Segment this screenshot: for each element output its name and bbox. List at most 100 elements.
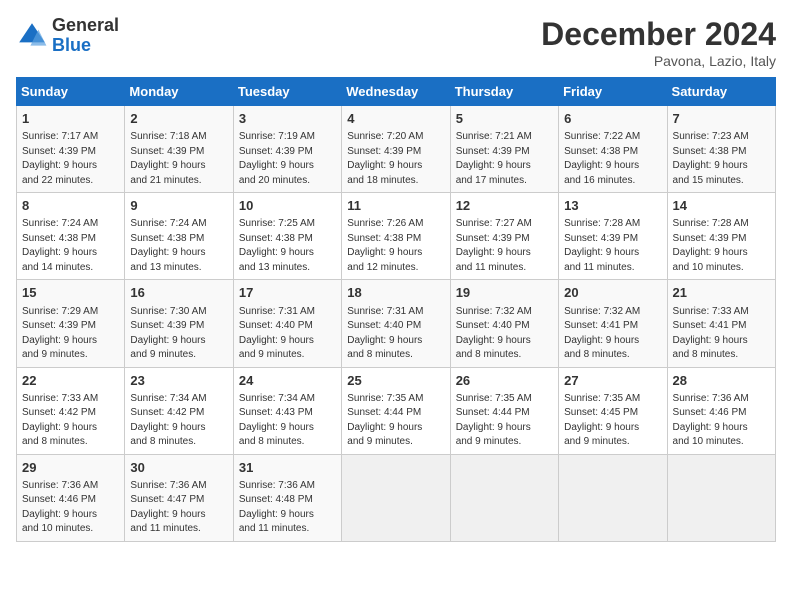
calendar-cell: 11Sunrise: 7:26 AM Sunset: 4:38 PM Dayli… bbox=[342, 193, 450, 280]
day-info: Sunrise: 7:19 AM Sunset: 4:39 PM Dayligh… bbox=[239, 130, 336, 188]
day-info: Sunrise: 7:30 AM Sunset: 4:39 PM Dayligh… bbox=[130, 305, 227, 363]
day-info: Sunrise: 7:29 AM Sunset: 4:39 PM Dayligh… bbox=[22, 305, 119, 363]
day-info: Sunrise: 7:33 AM Sunset: 4:42 PM Dayligh… bbox=[22, 392, 119, 450]
day-number: 25 bbox=[347, 372, 444, 390]
calendar-week-row: 8 Sunrise: 7:24 AM Sunset: 4:38 PM Daylig… bbox=[17, 193, 776, 280]
day-info: Sunrise: 7:36 AM Sunset: 4:48 PM Dayligh… bbox=[239, 479, 336, 537]
day-number: 21 bbox=[673, 284, 770, 302]
location-text: Pavona, Lazio, Italy bbox=[541, 53, 776, 69]
header-thursday: Thursday bbox=[450, 78, 558, 106]
day-info: Sunrise: 7:35 AM Sunset: 4:44 PM Dayligh… bbox=[456, 392, 553, 450]
day-number: 2 bbox=[130, 110, 227, 128]
calendar-cell: 10 Sunrise: 7:25 AM Sunset: 4:38 PM Dayli… bbox=[233, 193, 341, 280]
day-number: 17 bbox=[239, 284, 336, 302]
day-info: Sunrise: 7:34 AM Sunset: 4:43 PM Dayligh… bbox=[239, 392, 336, 450]
day-number: 14 bbox=[673, 197, 770, 215]
day-info: Sunrise: 7:35 AM Sunset: 4:45 PM Dayligh… bbox=[564, 392, 661, 450]
calendar-cell: 26 Sunrise: 7:35 AM Sunset: 4:44 PM Dayli… bbox=[450, 367, 558, 454]
day-number: 9 bbox=[130, 197, 227, 215]
calendar-cell: 13Sunrise: 7:28 AM Sunset: 4:39 PM Dayli… bbox=[559, 193, 667, 280]
day-number: 7 bbox=[673, 110, 770, 128]
day-info: Sunrise: 7:27 AM Sunset: 4:39 PM Dayligh… bbox=[456, 217, 553, 275]
day-number: 31 bbox=[239, 459, 336, 477]
calendar-week-row: 15 Sunrise: 7:29 AM Sunset: 4:39 PM Dayli… bbox=[17, 280, 776, 367]
day-number: 29 bbox=[22, 459, 119, 477]
day-number: 18 bbox=[347, 284, 444, 302]
calendar-cell: 7 Sunrise: 7:23 AM Sunset: 4:38 PM Daylig… bbox=[667, 106, 775, 193]
day-number: 26 bbox=[456, 372, 553, 390]
calendar-cell: 17 Sunrise: 7:31 AM Sunset: 4:40 PM Dayli… bbox=[233, 280, 341, 367]
calendar-cell bbox=[342, 454, 450, 541]
calendar-cell: 3 Sunrise: 7:19 AM Sunset: 4:39 PM Daylig… bbox=[233, 106, 341, 193]
day-number: 5 bbox=[456, 110, 553, 128]
calendar-week-row: 1 Sunrise: 7:17 AM Sunset: 4:39 PM Daylig… bbox=[17, 106, 776, 193]
month-title: December 2024 bbox=[541, 16, 776, 53]
logo-icon bbox=[16, 20, 48, 52]
calendar-cell: 23 Sunrise: 7:34 AM Sunset: 4:42 PM Dayli… bbox=[125, 367, 233, 454]
day-number: 4 bbox=[347, 110, 444, 128]
day-info: Sunrise: 7:24 AM Sunset: 4:38 PM Dayligh… bbox=[130, 217, 227, 275]
calendar-cell: 12Sunrise: 7:27 AM Sunset: 4:39 PM Dayli… bbox=[450, 193, 558, 280]
day-info: Sunrise: 7:21 AM Sunset: 4:39 PM Dayligh… bbox=[456, 130, 553, 188]
header-wednesday: Wednesday bbox=[342, 78, 450, 106]
calendar-cell: 24 Sunrise: 7:34 AM Sunset: 4:43 PM Dayli… bbox=[233, 367, 341, 454]
day-info: Sunrise: 7:28 AM Sunset: 4:39 PM Dayligh… bbox=[673, 217, 770, 275]
day-info: Sunrise: 7:33 AM Sunset: 4:41 PM Dayligh… bbox=[673, 305, 770, 363]
day-number: 23 bbox=[130, 372, 227, 390]
logo: General Blue bbox=[16, 16, 119, 56]
calendar-cell: 27 Sunrise: 7:35 AM Sunset: 4:45 PM Dayli… bbox=[559, 367, 667, 454]
header-monday: Monday bbox=[125, 78, 233, 106]
day-info: Sunrise: 7:35 AM Sunset: 4:44 PM Dayligh… bbox=[347, 392, 444, 450]
calendar-table: SundayMondayTuesdayWednesdayThursdayFrid… bbox=[16, 77, 776, 542]
day-info: Sunrise: 7:17 AM Sunset: 4:39 PM Dayligh… bbox=[22, 130, 119, 188]
logo-general-text: General bbox=[52, 15, 119, 35]
day-info: Sunrise: 7:32 AM Sunset: 4:40 PM Dayligh… bbox=[456, 305, 553, 363]
day-info: Sunrise: 7:31 AM Sunset: 4:40 PM Dayligh… bbox=[347, 305, 444, 363]
calendar-cell: 2Sunrise: 7:18 AM Sunset: 4:39 PM Daylig… bbox=[125, 106, 233, 193]
calendar-cell: 30 Sunrise: 7:36 AM Sunset: 4:47 PM Dayli… bbox=[125, 454, 233, 541]
calendar-week-row: 22Sunrise: 7:33 AM Sunset: 4:42 PM Dayli… bbox=[17, 367, 776, 454]
day-number: 1 bbox=[22, 110, 119, 128]
day-info: Sunrise: 7:25 AM Sunset: 4:38 PM Dayligh… bbox=[239, 217, 336, 275]
calendar-cell: 4 Sunrise: 7:20 AM Sunset: 4:39 PM Daylig… bbox=[342, 106, 450, 193]
page-header: General Blue December 2024 Pavona, Lazio… bbox=[16, 16, 776, 69]
calendar-cell: 21 Sunrise: 7:33 AM Sunset: 4:41 PM Dayli… bbox=[667, 280, 775, 367]
calendar-cell: 5 Sunrise: 7:21 AM Sunset: 4:39 PM Daylig… bbox=[450, 106, 558, 193]
calendar-cell: 6 Sunrise: 7:22 AM Sunset: 4:38 PM Daylig… bbox=[559, 106, 667, 193]
day-number: 24 bbox=[239, 372, 336, 390]
day-number: 11 bbox=[347, 197, 444, 215]
day-number: 30 bbox=[130, 459, 227, 477]
day-number: 6 bbox=[564, 110, 661, 128]
calendar-cell: 8Sunrise: 7:24 AM Sunset: 4:38 PM Daylig… bbox=[17, 193, 125, 280]
day-number: 3 bbox=[239, 110, 336, 128]
day-info: Sunrise: 7:36 AM Sunset: 4:47 PM Dayligh… bbox=[130, 479, 227, 537]
day-number: 28 bbox=[673, 372, 770, 390]
calendar-cell: 19Sunrise: 7:32 AM Sunset: 4:40 PM Dayli… bbox=[450, 280, 558, 367]
calendar-cell: 18 Sunrise: 7:31 AM Sunset: 4:40 PM Dayli… bbox=[342, 280, 450, 367]
header-saturday: Saturday bbox=[667, 78, 775, 106]
calendar-cell: 15 Sunrise: 7:29 AM Sunset: 4:39 PM Dayli… bbox=[17, 280, 125, 367]
calendar-cell: 1 Sunrise: 7:17 AM Sunset: 4:39 PM Daylig… bbox=[17, 106, 125, 193]
calendar-cell: 9 Sunrise: 7:24 AM Sunset: 4:38 PM Daylig… bbox=[125, 193, 233, 280]
day-number: 15 bbox=[22, 284, 119, 302]
calendar-cell bbox=[450, 454, 558, 541]
calendar-cell: 22Sunrise: 7:33 AM Sunset: 4:42 PM Dayli… bbox=[17, 367, 125, 454]
calendar-cell: 31 Sunrise: 7:36 AM Sunset: 4:48 PM Dayli… bbox=[233, 454, 341, 541]
calendar-cell: 20Sunrise: 7:32 AM Sunset: 4:41 PM Dayli… bbox=[559, 280, 667, 367]
day-number: 16 bbox=[130, 284, 227, 302]
day-info: Sunrise: 7:36 AM Sunset: 4:46 PM Dayligh… bbox=[22, 479, 119, 537]
day-info: Sunrise: 7:34 AM Sunset: 4:42 PM Dayligh… bbox=[130, 392, 227, 450]
day-info: Sunrise: 7:31 AM Sunset: 4:40 PM Dayligh… bbox=[239, 305, 336, 363]
day-info: Sunrise: 7:22 AM Sunset: 4:38 PM Dayligh… bbox=[564, 130, 661, 188]
day-info: Sunrise: 7:36 AM Sunset: 4:46 PM Dayligh… bbox=[673, 392, 770, 450]
day-number: 27 bbox=[564, 372, 661, 390]
calendar-cell: 28 Sunrise: 7:36 AM Sunset: 4:46 PM Dayli… bbox=[667, 367, 775, 454]
calendar-cell: 29 Sunrise: 7:36 AM Sunset: 4:46 PM Dayli… bbox=[17, 454, 125, 541]
day-number: 10 bbox=[239, 197, 336, 215]
day-info: Sunrise: 7:28 AM Sunset: 4:39 PM Dayligh… bbox=[564, 217, 661, 275]
day-number: 8 bbox=[22, 197, 119, 215]
day-info: Sunrise: 7:20 AM Sunset: 4:39 PM Dayligh… bbox=[347, 130, 444, 188]
day-info: Sunrise: 7:23 AM Sunset: 4:38 PM Dayligh… bbox=[673, 130, 770, 188]
header-sunday: Sunday bbox=[17, 78, 125, 106]
day-info: Sunrise: 7:32 AM Sunset: 4:41 PM Dayligh… bbox=[564, 305, 661, 363]
